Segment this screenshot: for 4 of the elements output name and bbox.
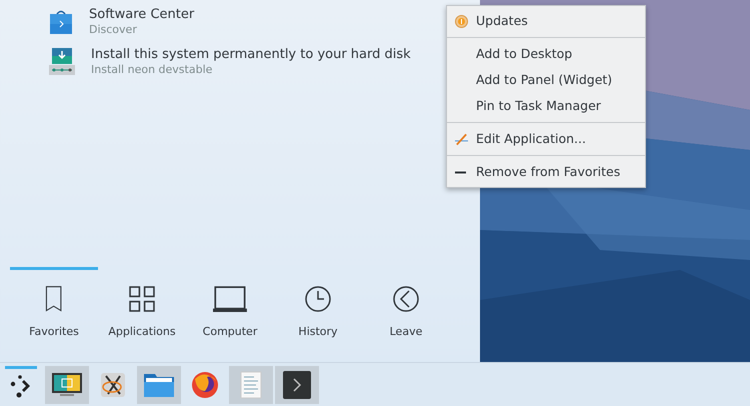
app-title: Install this system permanently to your hard disk: [91, 47, 411, 63]
app-subtitle: Install neon devstable: [91, 63, 214, 77]
app-title: Software Center: [89, 7, 194, 23]
app-subtitle: Discover: [89, 23, 138, 37]
